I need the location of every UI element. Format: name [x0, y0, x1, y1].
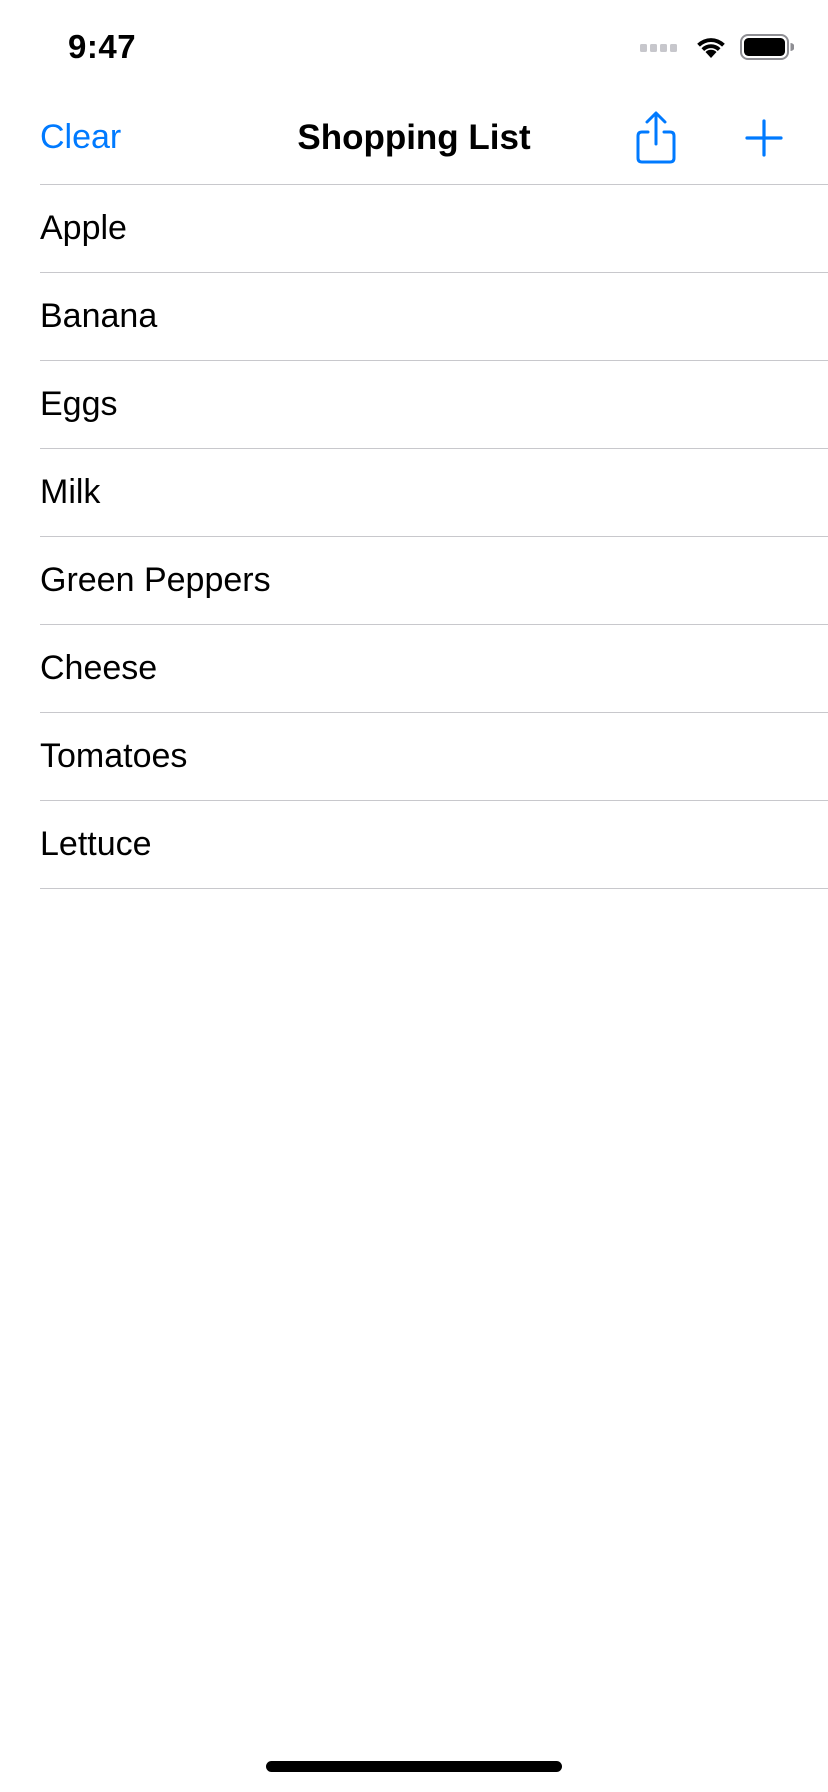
list-item[interactable]: Lettuce — [40, 801, 828, 889]
clear-button[interactable]: Clear — [40, 118, 121, 157]
share-icon — [636, 111, 676, 164]
battery-icon — [740, 34, 794, 60]
list-item[interactable]: Cheese — [40, 625, 828, 713]
add-item-button[interactable] — [744, 118, 784, 158]
list-item[interactable]: Apple — [40, 185, 828, 273]
list-item-label: Lettuce — [40, 825, 152, 863]
page-title: Shopping List — [297, 118, 531, 157]
status-bar: 9:47 — [0, 0, 828, 96]
share-button[interactable] — [632, 110, 682, 166]
shopping-list: Apple Banana Eggs Milk Green Peppers Che… — [40, 184, 828, 889]
list-item-label: Cheese — [40, 649, 158, 687]
list-item[interactable]: Milk — [40, 449, 828, 537]
list-item[interactable]: Banana — [40, 273, 828, 361]
list-item-label: Eggs — [40, 385, 118, 423]
home-indicator — [266, 1761, 562, 1772]
navigation-bar: Clear Shopping List — [0, 96, 828, 184]
list-item-label: Milk — [40, 473, 101, 511]
status-time: 9:47 — [68, 28, 137, 65]
list-item[interactable]: Green Peppers — [40, 537, 828, 625]
cellular-signal-icon — [640, 44, 677, 52]
list-item-label: Banana — [40, 297, 158, 335]
status-icons — [640, 34, 794, 60]
list-item[interactable]: Tomatoes — [40, 713, 828, 801]
list-item[interactable]: Eggs — [40, 361, 828, 449]
wifi-icon — [697, 38, 725, 58]
list-item-label: Apple — [40, 209, 127, 247]
list-item-label: Green Peppers — [40, 561, 271, 599]
list-item-label: Tomatoes — [40, 737, 188, 775]
plus-icon — [745, 119, 783, 157]
